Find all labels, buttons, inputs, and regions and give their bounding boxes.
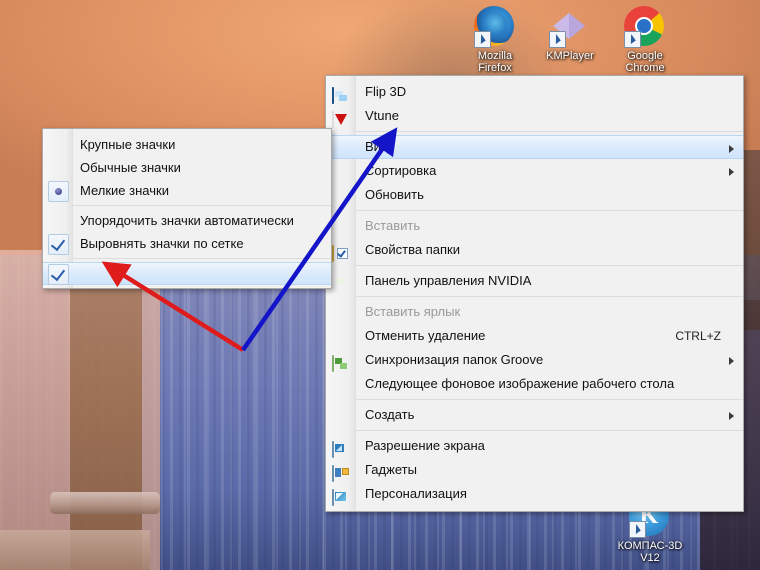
menu-item-paste-shortcut: Вставить ярлык [326,300,743,324]
menu-item-label: Вставить ярлык [365,304,461,319]
menu-item-label: Вставить [365,218,421,233]
submenu-item-large-icons[interactable]: Крупные значки [43,133,331,156]
menu-item-paste: Вставить [326,214,743,238]
flip3d-icon [332,84,348,104]
menu-item-shortcut: CTRL+Z [675,329,721,343]
menu-separator [356,131,743,132]
checkmark-icon [48,264,69,285]
menu-item-label: Обновить [365,187,424,202]
menu-item-label: Разрешение экрана [365,438,485,453]
chevron-right-icon [729,145,734,153]
groove-icon [332,352,348,372]
menu-item-label: Flip 3D [365,84,407,99]
menu-item-personalization[interactable]: Персонализация [326,482,743,506]
wallpaper-ledge [50,492,160,514]
submenu-separator [73,205,331,206]
folder-properties-icon [332,242,348,262]
submenu-item-label: Мелкие значки [80,183,169,198]
desktop-context-menu[interactable]: Flip 3D Vtune Вид Сортировка Обновить Вс… [325,75,744,512]
menu-item-label: Создать [365,407,415,422]
submenu-item-show-desktop-icons[interactable] [43,262,331,285]
menu-separator [356,265,743,266]
chevron-right-icon [729,412,734,420]
menu-separator [356,430,743,431]
desktop-icon-label: Google [627,50,663,62]
submenu-item-label: Обычные значки [80,160,181,175]
menu-item-label: Следующее фоновое изображение рабочего с… [365,376,675,391]
desktop-icon-label: KMPlayer [546,50,594,62]
firefox-icon [474,6,516,48]
menu-item-label: Синхронизация папок Groove [365,352,544,367]
wallpaper-ledge-lower [0,530,150,570]
menu-item-label: Вид [365,139,389,154]
shortcut-overlay-icon [549,31,566,48]
nvidia-icon [332,273,348,289]
menu-separator [356,210,743,211]
menu-item-label: Свойства папки [365,242,460,257]
screen-resolution-icon [332,438,348,458]
desktop-icon-label: Mozilla [477,50,513,62]
menu-item-label: Vtune [365,108,399,123]
menu-item-label: Панель управления NVIDIA [365,273,532,288]
desktop-icon-kmplayer[interactable]: KMPlayer [530,6,610,62]
chrome-icon [624,6,666,48]
wallpaper-column-left [0,250,70,570]
menu-item-nvidia-control-panel[interactable]: Панель управления NVIDIA [326,269,743,293]
submenu-separator [73,258,331,259]
menu-item-new[interactable]: Создать [326,403,743,427]
menu-item-label: Отменить удаление [365,328,486,343]
desktop-screen: MozillaFirefox KMPlayer GoogleChrome КОМ… [0,0,760,570]
wallpaper-column-pink [142,250,160,570]
menu-item-folder-properties[interactable]: Свойства папки [326,238,743,262]
chevron-right-icon [729,168,734,176]
menu-item-label: Сортировка [365,163,437,178]
submenu-item-label: Крупные значки [80,137,176,152]
shortcut-overlay-icon [629,521,646,538]
menu-item-label: Персонализация [365,486,467,501]
kmplayer-icon [549,6,591,48]
submenu-item-auto-arrange[interactable]: Упорядочить значки автоматически [43,209,331,232]
menu-item-vtune[interactable]: Vtune [326,104,743,128]
menu-item-screen-resolution[interactable]: Разрешение экрана [326,434,743,458]
shortcut-overlay-icon [474,31,491,48]
submenu-item-label: Упорядочить значки автоматически [80,213,294,228]
menu-item-next-desktop-background[interactable]: Следующее фоновое изображение рабочего с… [326,372,743,396]
gadgets-icon [332,462,348,482]
personalization-icon [332,486,348,506]
chevron-right-icon [729,357,734,365]
menu-item-sort[interactable]: Сортировка [326,159,743,183]
desktop-icon-label-2: V12 [640,552,660,564]
menu-item-flip-3d[interactable]: Flip 3D [326,80,743,104]
desktop-icon-label: КОМПАС-3D [617,540,683,552]
submenu-item-medium-icons[interactable]: Обычные значки [43,156,331,179]
menu-item-groove-folder-sync[interactable]: Синхронизация папок Groove [326,348,743,372]
submenu-item-label: Выровнять значки по сетке [80,236,244,251]
menu-item-label: Гаджеты [365,462,417,477]
desktop-icon-label-2: Chrome [625,62,665,74]
submenu-item-small-icons[interactable]: Мелкие значки [43,179,331,202]
submenu-item-align-to-grid[interactable]: Выровнять значки по сетке [43,232,331,255]
shortcut-overlay-icon [624,31,641,48]
desktop-icon-firefox[interactable]: Mozilla Firefox [455,6,535,74]
menu-separator [356,296,743,297]
desktop-icon-chrome[interactable]: Google Chrome [605,6,685,74]
vtune-icon [332,108,348,128]
radio-selected-icon [48,181,69,202]
desktop-icon-label-2: Firefox [478,62,512,74]
menu-separator [356,399,743,400]
menu-item-undo-delete[interactable]: Отменить удаление CTRL+Z [326,324,743,348]
menu-item-view[interactable]: Вид [326,135,743,159]
checkmark-icon [48,234,69,255]
menu-item-gadgets[interactable]: Гаджеты [326,458,743,482]
view-submenu[interactable]: Крупные значки Обычные значки Мелкие зна… [42,128,332,289]
menu-item-refresh[interactable]: Обновить [326,183,743,207]
wallpaper-column-brown [70,250,142,570]
